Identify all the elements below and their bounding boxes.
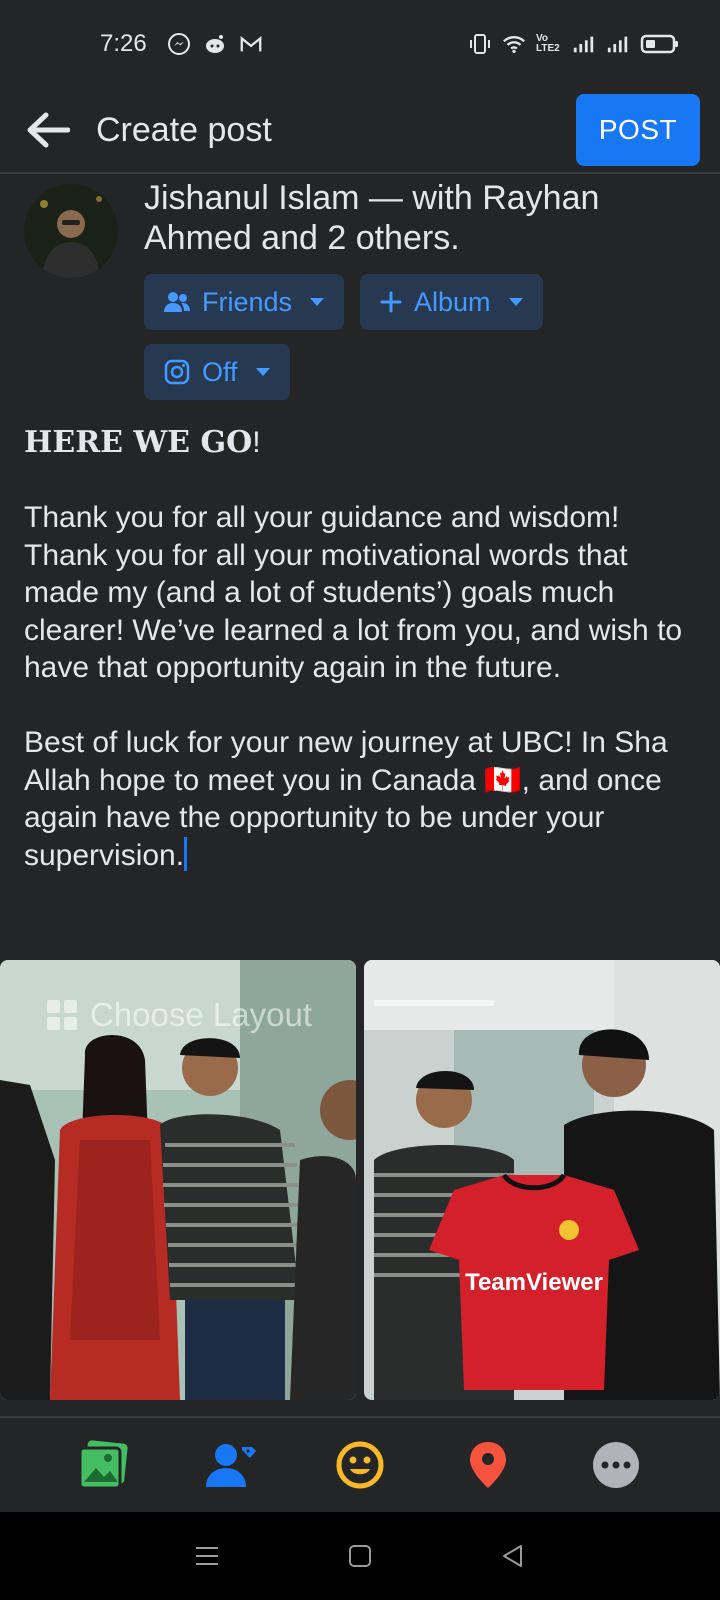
- attached-photo-2[interactable]: TeamViewer: [364, 960, 720, 1400]
- post-button[interactable]: POST: [576, 94, 700, 166]
- audience-label: Friends: [202, 286, 293, 317]
- system-icons: Vo LTE2: [468, 32, 680, 56]
- instagram-share-selector[interactable]: Off: [144, 344, 290, 400]
- album-label: Album: [414, 286, 491, 317]
- battery-icon: [640, 32, 680, 56]
- caret-down-icon: [310, 298, 325, 306]
- avatar: [24, 184, 118, 278]
- instagram-label: Off: [202, 356, 238, 387]
- reddit-icon: [203, 32, 227, 56]
- photo-icon[interactable]: [74, 1435, 134, 1495]
- tag-people-icon[interactable]: [202, 1435, 262, 1495]
- more-icon[interactable]: [586, 1435, 646, 1495]
- post-paragraph-1: Thank you for all your guidance and wisd…: [24, 501, 691, 684]
- status-bar: 7:26 Vo LTE2: [0, 0, 720, 88]
- post-heading: HERE WE GO: [24, 425, 253, 460]
- wifi-icon: [502, 32, 526, 56]
- caret-down-icon: [255, 368, 270, 376]
- back-icon[interactable]: [493, 1536, 533, 1576]
- album-selector[interactable]: Album: [360, 274, 543, 330]
- choose-layout-button[interactable]: Choose Layout: [46, 996, 312, 1034]
- instagram-icon: [164, 359, 190, 385]
- back-arrow-icon[interactable]: [24, 106, 72, 154]
- author-tagline: Jishanul Islam — with Rayhan Ahmed and 2…: [144, 179, 600, 257]
- system-navigation-bar: [0, 1512, 720, 1600]
- gmail-icon: [239, 32, 263, 56]
- text-cursor: [184, 836, 188, 871]
- plus-icon: [380, 291, 402, 313]
- caret-down-icon: [508, 298, 523, 306]
- feeling-icon[interactable]: [330, 1435, 390, 1495]
- notification-icons: [167, 32, 263, 56]
- post-heading-line: HERE WE GO!: [24, 424, 704, 462]
- post-paragraph-2: Best of luck for your new journey at UBC…: [24, 726, 675, 872]
- app-header: Create post POST: [0, 88, 720, 174]
- post-heading-suffix: !: [252, 426, 261, 459]
- shirt-sponsor-text: TeamViewer: [465, 1269, 603, 1296]
- home-icon[interactable]: [340, 1536, 380, 1576]
- audience-selector[interactable]: Friends: [144, 274, 345, 330]
- choose-layout-label: Choose Layout: [90, 996, 312, 1033]
- signal-2-icon: [606, 32, 630, 56]
- post-options-toolbar: [0, 1416, 720, 1512]
- messenger-icon: [167, 32, 191, 56]
- vibrate-icon: [468, 32, 492, 56]
- post-paragraph-2-line: Best of luck for your new journey at UBC…: [24, 724, 704, 874]
- page-title: Create post: [96, 110, 272, 149]
- location-icon[interactable]: [458, 1435, 518, 1495]
- status-time: 7:26: [100, 30, 147, 57]
- friends-icon: [164, 292, 190, 312]
- menu-icon[interactable]: [187, 1536, 227, 1576]
- grid-layout-icon: [47, 1000, 77, 1030]
- post-text-input[interactable]: HERE WE GO! Thank you for all your guida…: [24, 424, 704, 874]
- volte-icon: Vo LTE2: [536, 33, 560, 54]
- signal-1-icon: [572, 32, 596, 56]
